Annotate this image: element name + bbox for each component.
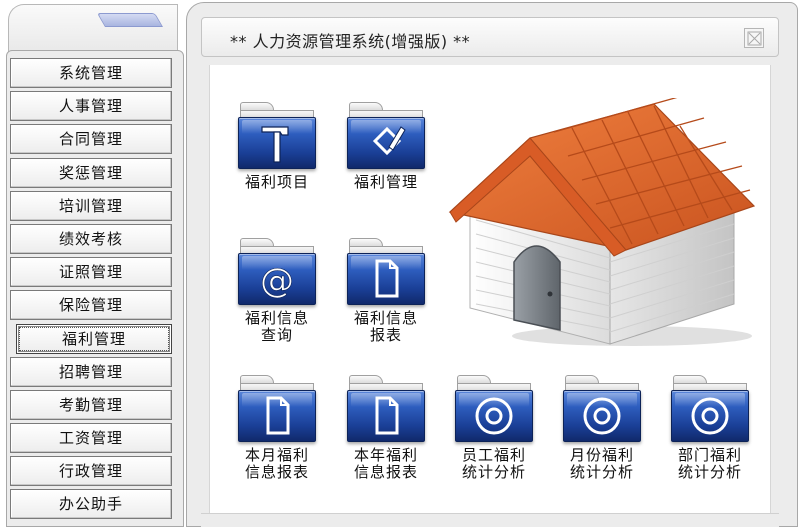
disc-icon <box>475 397 513 435</box>
tile-welfare-info-query[interactable]: @ 福利信息 查询 <box>227 238 327 344</box>
tile-employee-welfare-stats[interactable]: 员工福利 统计分析 <box>444 375 544 481</box>
tile-label-line1: 本月福利 <box>244 446 309 464</box>
disc-icon <box>583 397 621 435</box>
tile-monthly-welfare-report[interactable]: 本月福利 信息报表 <box>227 375 327 481</box>
tile-welfare-info-report[interactable]: 福利信息 报表 <box>336 238 436 344</box>
tile-label-line2: 信息报表 <box>244 463 309 481</box>
document-icon <box>375 259 399 298</box>
folder: @ <box>238 238 316 306</box>
tile-label-line1: 本年福利 <box>353 446 418 464</box>
house-illustration <box>448 98 756 346</box>
folder <box>455 375 533 443</box>
at-sign-icon: @ <box>260 261 295 302</box>
tile-label-line2: 统计分析 <box>677 463 742 481</box>
tile-label-line1: 员工福利 <box>461 446 526 464</box>
sidebar-item-performance[interactable]: 绩效考核 <box>10 223 172 254</box>
tile-label-line2: 报表 <box>369 326 402 344</box>
sidebar-header-tab <box>8 4 178 54</box>
tile-label-line2: 查询 <box>260 326 293 344</box>
sidebar-item-attendance[interactable]: 考勤管理 <box>10 389 172 420</box>
sidebar-item-office-assistant[interactable]: 办公助手 <box>10 489 172 520</box>
sidebar-item-personnel[interactable]: 人事管理 <box>10 91 172 122</box>
disc-icon <box>691 397 729 435</box>
sidebar-item-welfare[interactable]: 福利管理 <box>16 323 172 354</box>
tile-welfare-items[interactable]: 福利项目 <box>227 102 327 191</box>
tile-monthly-welfare-stats[interactable]: 月份福利 统计分析 <box>552 375 652 481</box>
sidebar-tab-accent <box>96 13 163 27</box>
svg-text:@: @ <box>260 261 294 301</box>
folder <box>671 375 749 443</box>
folder <box>238 102 316 170</box>
tile-label-line2: 信息报表 <box>353 463 418 481</box>
edit-pencil-icon <box>372 126 406 156</box>
sidebar-item-system[interactable]: 系统管理 <box>10 58 172 88</box>
tile-label-line1: 部门福利 <box>677 446 742 464</box>
tile-label-line1: 福利信息 <box>353 309 418 327</box>
sidebar-item-insurance[interactable]: 保险管理 <box>10 290 172 321</box>
sidebar-item-training[interactable]: 培训管理 <box>10 190 172 221</box>
sidebar-item-recruitment[interactable]: 招聘管理 <box>10 356 172 387</box>
sidebar-item-rewards-penalties[interactable]: 奖惩管理 <box>10 157 172 188</box>
tile-department-welfare-stats[interactable]: 部门福利 统计分析 <box>660 375 760 481</box>
tile-welfare-management[interactable]: 福利管理 <box>336 102 436 191</box>
tile-label-line1: 福利项目 <box>244 173 309 191</box>
sidebar-item-certificates[interactable]: 证照管理 <box>10 257 172 288</box>
tile-label-line2: 统计分析 <box>569 463 634 481</box>
tile-label-line2: 统计分析 <box>461 463 526 481</box>
sidebar-item-contract[interactable]: 合同管理 <box>10 124 172 155</box>
sidebar-nav: 系统管理 人事管理 合同管理 奖惩管理 培训管理 绩效考核 证照管理 保险管理 … <box>10 58 175 523</box>
tile-label-line1: 月份福利 <box>569 446 634 464</box>
folder <box>347 102 425 170</box>
sidebar-item-payroll[interactable]: 工资管理 <box>10 423 172 454</box>
tile-annual-welfare-report[interactable]: 本年福利 信息报表 <box>336 375 436 481</box>
sidebar-item-administration[interactable]: 行政管理 <box>10 456 172 487</box>
folder <box>563 375 641 443</box>
tile-label-line1: 福利管理 <box>353 173 418 191</box>
folder <box>347 375 425 443</box>
folder <box>238 375 316 443</box>
window-title: ** 人力资源管理系统(增强版) ** <box>230 32 471 51</box>
document-icon <box>266 396 290 435</box>
bottom-bar <box>201 513 779 527</box>
tile-label-line1: 福利信息 <box>244 309 309 327</box>
title-bar: ** 人力资源管理系统(增强版) ** <box>201 17 779 57</box>
hammer-icon <box>261 126 289 163</box>
close-icon[interactable] <box>744 28 764 48</box>
folder <box>347 238 425 306</box>
document-icon <box>375 396 399 435</box>
